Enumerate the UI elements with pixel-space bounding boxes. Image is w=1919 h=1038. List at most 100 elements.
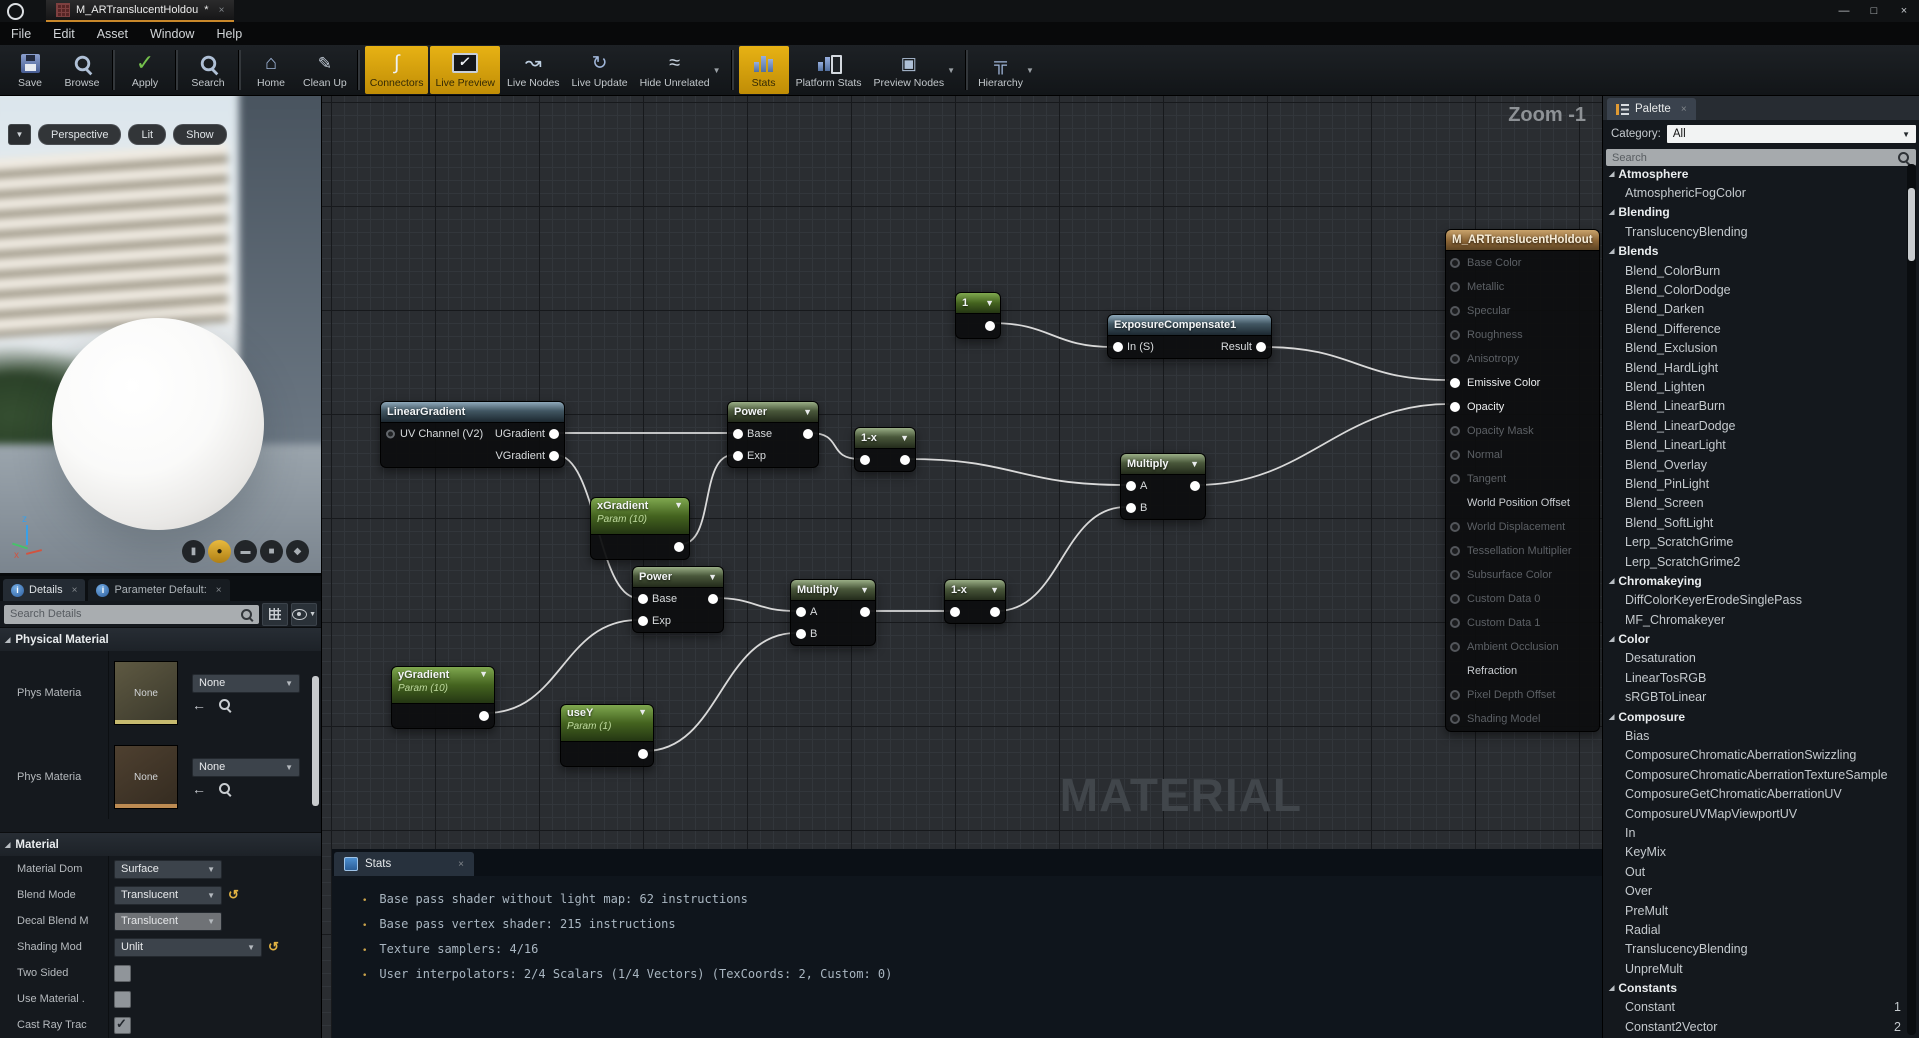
use-material-checkbox[interactable] bbox=[114, 991, 131, 1008]
close-icon[interactable]: × bbox=[216, 585, 222, 596]
toolbar-stats-button[interactable]: Stats bbox=[739, 46, 789, 94]
palette-group-color[interactable]: ◢Color bbox=[1603, 629, 1905, 648]
palette-group-constants[interactable]: ◢Constants bbox=[1603, 978, 1905, 997]
palette-item-blend-hardlight[interactable]: Blend_HardLight bbox=[1603, 358, 1905, 377]
palette-scrollbar-thumb[interactable] bbox=[1908, 188, 1915, 261]
node-ygradient[interactable]: yGradientParam (10)▼ bbox=[391, 666, 495, 729]
pin-connected[interactable] bbox=[860, 607, 870, 617]
pin-dim[interactable] bbox=[1450, 282, 1460, 292]
menu-file[interactable]: File bbox=[0, 27, 42, 41]
phys-material-select[interactable]: None▼ bbox=[192, 674, 300, 693]
palette-item-lerp-scratchgrime[interactable]: Lerp_ScratchGrime bbox=[1603, 532, 1905, 551]
palette-item-constant2vector[interactable]: Constant2Vector2 bbox=[1603, 1017, 1905, 1036]
palette-item-constant[interactable]: Constant1 bbox=[1603, 998, 1905, 1017]
pin-dim[interactable] bbox=[1450, 522, 1460, 532]
palette-item-lerp-scratchgrime2[interactable]: Lerp_ScratchGrime2 bbox=[1603, 552, 1905, 571]
palette-item-radial[interactable]: Radial bbox=[1603, 920, 1905, 939]
pin-connected[interactable] bbox=[803, 429, 813, 439]
palette-item-lineartosrgb[interactable]: LinearTosRGB bbox=[1603, 668, 1905, 687]
pin-connected[interactable] bbox=[638, 594, 648, 604]
pin-connected[interactable] bbox=[985, 321, 995, 331]
pin-dim[interactable] bbox=[1450, 618, 1460, 628]
chevron-down-icon[interactable]: ▼ bbox=[674, 500, 683, 510]
shading-mod-select[interactable]: Unlit▼ bbox=[114, 938, 262, 957]
palette-item-atmosphericfogcolor[interactable]: AtmosphericFogColor bbox=[1603, 183, 1905, 202]
use-selected-asset-icon[interactable]: ← bbox=[192, 781, 206, 797]
palette-item-blend-overlay[interactable]: Blend_Overlay bbox=[1603, 455, 1905, 474]
pin-connected[interactable] bbox=[990, 607, 1000, 617]
preview-viewport[interactable]: ▼ Perspective Lit Show z x ▮●▬■◆ bbox=[0, 96, 321, 573]
palette-item-blend-softlight[interactable]: Blend_SoftLight bbox=[1603, 513, 1905, 532]
palette-item-blend-linearburn[interactable]: Blend_LinearBurn bbox=[1603, 397, 1905, 416]
toolbar-apply-button[interactable]: ✓Apply bbox=[120, 46, 170, 94]
pin-dim[interactable] bbox=[1450, 714, 1460, 724]
asset-tab[interactable]: M_ARTranslucentHoldou* × bbox=[46, 0, 234, 22]
pin-dim[interactable] bbox=[1450, 570, 1460, 580]
preview-mesh-icon[interactable]: ◆ bbox=[286, 540, 309, 563]
pin-connected[interactable] bbox=[674, 542, 684, 552]
pin-dim[interactable] bbox=[1450, 354, 1460, 364]
node-linear-gradient[interactable]: LinearGradientUV Channel (V2)UGradientVG… bbox=[380, 401, 565, 468]
maximize-icon[interactable]: □ bbox=[1859, 0, 1889, 22]
palette-item-in[interactable]: In bbox=[1603, 823, 1905, 842]
palette-item-blend-linearlight[interactable]: Blend_LinearLight bbox=[1603, 435, 1905, 454]
node-power-2[interactable]: Power▼BaseExp bbox=[632, 566, 724, 633]
palette-item-keymix[interactable]: KeyMix bbox=[1603, 843, 1905, 862]
toolbar-platform-stats-button[interactable]: Platform Stats bbox=[791, 46, 867, 94]
pin-dim[interactable] bbox=[1450, 330, 1460, 340]
perspective-button[interactable]: Perspective bbox=[38, 124, 121, 145]
material-graph-canvas[interactable]: 1▼ExposureCompensate1In (S)ResultLinearG… bbox=[322, 96, 1602, 1038]
toolbar-hierarchy-button[interactable]: ╦Hierarchy▼ bbox=[973, 46, 1039, 94]
chevron-down-icon[interactable]: ▼ bbox=[985, 298, 994, 308]
chevron-down-icon[interactable]: ▼ bbox=[638, 707, 647, 717]
preview-cube-icon[interactable]: ■ bbox=[260, 540, 283, 563]
node-multiply-1[interactable]: Multiply▼AB bbox=[1120, 453, 1206, 520]
palette-item-unpremult[interactable]: UnpreMult bbox=[1603, 959, 1905, 978]
preview-sphere-icon[interactable]: ● bbox=[208, 540, 231, 563]
view-options-button[interactable]: ▼ bbox=[291, 603, 317, 626]
show-button[interactable]: Show bbox=[173, 124, 227, 145]
material-thumbnail[interactable]: None bbox=[114, 745, 178, 809]
palette-item-blend-colordodge[interactable]: Blend_ColorDodge bbox=[1603, 280, 1905, 299]
material-dom-select[interactable]: Surface▼ bbox=[114, 860, 222, 879]
pin-connected[interactable] bbox=[1113, 342, 1123, 352]
chevron-down-icon[interactable]: ▼ bbox=[1190, 459, 1199, 469]
preview-plane-icon[interactable]: ▬ bbox=[234, 540, 257, 563]
pin-wired[interactable] bbox=[1450, 402, 1460, 412]
palette-item-premult[interactable]: PreMult bbox=[1603, 901, 1905, 920]
material-thumbnail[interactable]: None bbox=[114, 661, 178, 725]
two-sided-checkbox[interactable] bbox=[114, 965, 131, 982]
menu-window[interactable]: Window bbox=[139, 27, 205, 41]
palette-item-composureuvmapviewportuv[interactable]: ComposureUVMapViewportUV bbox=[1603, 804, 1905, 823]
reset-to-default-icon[interactable]: ↺ bbox=[268, 939, 279, 955]
pin-connected[interactable] bbox=[708, 594, 718, 604]
pin-connected[interactable] bbox=[796, 607, 806, 617]
palette-item-srgbtolinear[interactable]: sRGBToLinear bbox=[1603, 688, 1905, 707]
node-constant-1[interactable]: 1▼ bbox=[955, 292, 1001, 339]
palette-item-blend-screen[interactable]: Blend_Screen bbox=[1603, 494, 1905, 513]
toolbar-search-button[interactable]: Search bbox=[183, 46, 233, 94]
pin-wired[interactable] bbox=[1450, 378, 1460, 388]
palette-group-atmosphere[interactable]: ◢Atmosphere bbox=[1603, 164, 1905, 183]
palette-item-translucencyblending[interactable]: TranslucencyBlending bbox=[1603, 940, 1905, 959]
pin-connected[interactable] bbox=[1190, 481, 1200, 491]
pin-dim[interactable] bbox=[1450, 690, 1460, 700]
node-xgradient[interactable]: xGradientParam (10)▼ bbox=[590, 497, 690, 560]
palette-item-composurechromaticaberrationswizzling[interactable]: ComposureChromaticAberrationSwizzling bbox=[1603, 746, 1905, 765]
palette-item-composuregetchromaticaberrationuv[interactable]: ComposureGetChromaticAberrationUV bbox=[1603, 785, 1905, 804]
palette-item-blend-exclusion[interactable]: Blend_Exclusion bbox=[1603, 339, 1905, 358]
palette-group-blends[interactable]: ◢Blends bbox=[1603, 242, 1905, 261]
details-scrollbar[interactable] bbox=[312, 676, 319, 806]
node-power-1[interactable]: Power▼BaseExp bbox=[727, 401, 819, 468]
search-details-input[interactable]: Search Details bbox=[4, 605, 259, 624]
browse-to-asset-icon[interactable] bbox=[218, 698, 231, 711]
toolbar-live-update-button[interactable]: ↻Live Update bbox=[567, 46, 633, 94]
pin-connected[interactable] bbox=[733, 429, 743, 439]
pin-dim[interactable] bbox=[1450, 546, 1460, 556]
pin-unconnected[interactable] bbox=[386, 430, 395, 439]
use-selected-asset-icon[interactable]: ← bbox=[192, 697, 206, 713]
close-icon[interactable]: × bbox=[1681, 104, 1687, 115]
pin-connected[interactable] bbox=[479, 711, 489, 721]
toolbar-home-button[interactable]: ⌂Home bbox=[246, 46, 296, 94]
pin-connected[interactable] bbox=[860, 455, 870, 465]
